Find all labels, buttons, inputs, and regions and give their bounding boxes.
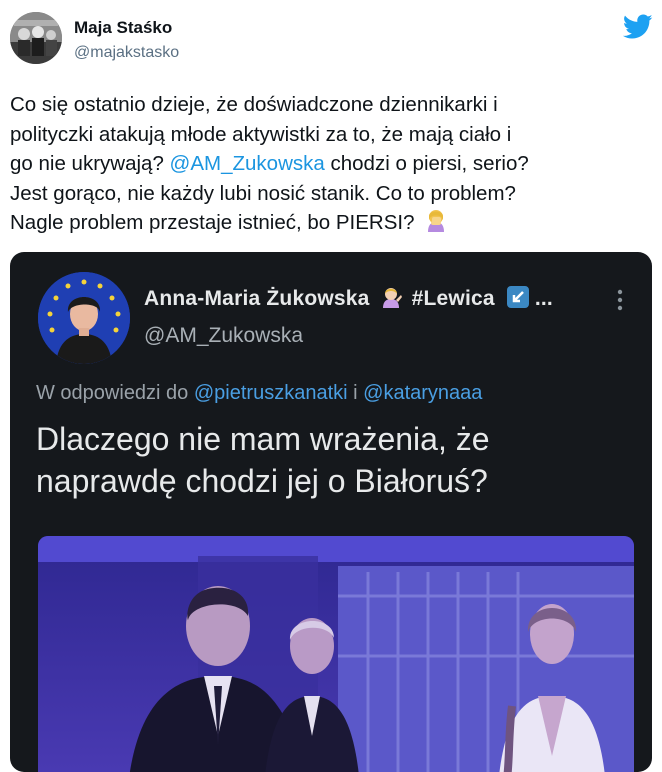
author-name[interactable]: Maja Staśko: [74, 18, 172, 38]
embedded-author-trailing: ...: [534, 287, 553, 310]
reply-prefix: W odpowiedzi do: [36, 382, 189, 404]
tweet-text: Co się ostatnio dzieje, że doświadczone …: [10, 90, 658, 241]
reply-mention-1: @pietruszkanatki: [193, 382, 348, 404]
reply-mention-2: @katarynaaa: [363, 382, 483, 404]
embedded-tweet-screenshot[interactable]: Anna-Maria Żukowska #Lewica ... @AM_Zuko…: [10, 252, 652, 772]
reply-join: i: [353, 382, 358, 404]
embedded-author-name-text: Anna-Maria Żukowska: [144, 287, 370, 310]
author-handle[interactable]: @majakstasko: [74, 44, 179, 62]
embedded-author-avatar: [38, 272, 130, 364]
embedded-author-suffix: #Lewica: [411, 287, 495, 310]
arrow-box-icon: [506, 286, 529, 308]
author-avatar[interactable]: [10, 12, 62, 64]
embedded-author-name: Anna-Maria Żukowska #Lewica ...: [144, 286, 553, 314]
tweet-card: Maja Staśko @majakstasko Co się ostatnio…: [0, 0, 662, 772]
more-options-icon: [617, 289, 623, 311]
embedded-photo: [38, 536, 634, 772]
reply-context: W odpowiedzi do @pietruszkanatki i @kata…: [36, 382, 482, 405]
mention-link[interactable]: @AM_Zukowska: [170, 152, 325, 175]
embedded-author-handle: @AM_Zukowska: [144, 324, 304, 347]
twitter-bird-icon[interactable]: [623, 14, 653, 40]
embedded-tweet-text: Dlaczego nie mam wrażenia, że naprawdę c…: [36, 421, 490, 499]
woman-facepalming-emoji-icon: [424, 208, 448, 241]
woman-tipping-hand-emoji-icon: [380, 286, 402, 314]
